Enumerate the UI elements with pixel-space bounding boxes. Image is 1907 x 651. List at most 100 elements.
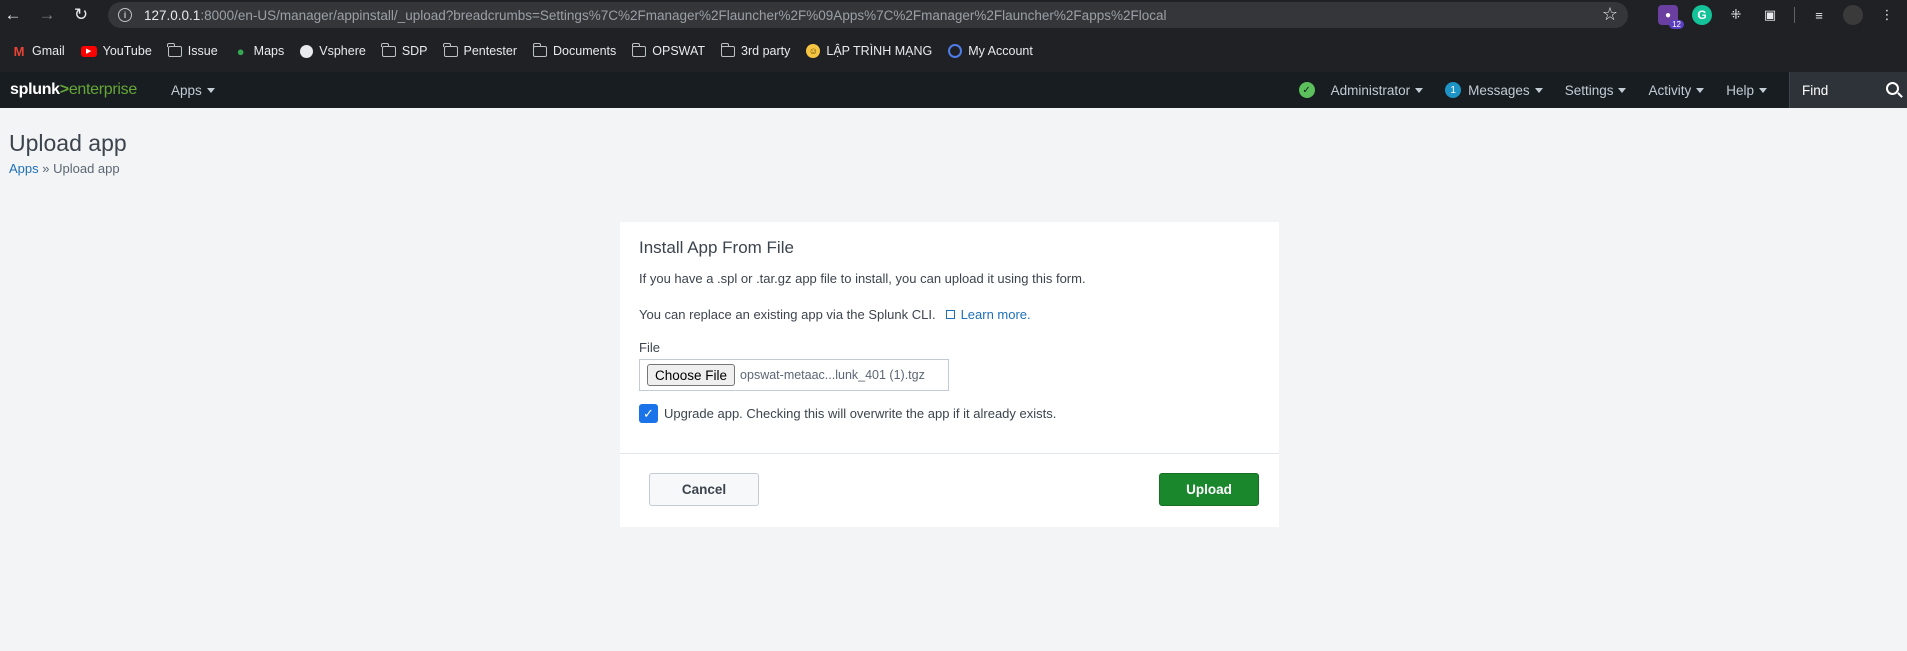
bookmark-sdp[interactable]: SDP bbox=[374, 37, 436, 65]
folder-icon bbox=[167, 42, 182, 57]
address-bar[interactable]: i 127.0.0.1:8000/en-US/manager/appinstal… bbox=[108, 2, 1628, 28]
apps-menu[interactable]: Apps bbox=[171, 83, 215, 98]
bookmark-label: SDP bbox=[401, 44, 428, 58]
bookmark-label: LẬP TRÌNH MẠNG bbox=[826, 44, 933, 58]
help-menu[interactable]: Help bbox=[1726, 83, 1767, 98]
settings-label: Settings bbox=[1564, 82, 1614, 98]
maps-icon: ● bbox=[236, 43, 245, 59]
header-right-menu: ✓ Administrator 1 Messages Settings Activ… bbox=[1298, 72, 1907, 108]
choose-file-button[interactable]: Choose File bbox=[647, 364, 736, 386]
bookmark-youtube[interactable]: ▶ YouTube bbox=[73, 37, 160, 65]
gmail-icon: M bbox=[13, 43, 25, 59]
activity-label: Activity bbox=[1648, 82, 1692, 98]
globe-icon bbox=[300, 44, 314, 58]
caret-down-icon bbox=[206, 87, 215, 93]
search-icon[interactable] bbox=[1886, 82, 1899, 95]
bookmark-label: My Account bbox=[968, 44, 1033, 58]
panel-divider bbox=[620, 453, 1279, 454]
panel-description: If you have a .spl or .tar.gz app file t… bbox=[639, 271, 1086, 286]
find-input[interactable] bbox=[1802, 82, 1882, 98]
bookmark-label: Issue bbox=[187, 44, 218, 58]
toolbar-divider bbox=[1794, 7, 1795, 23]
splunk-header: splunk>enterprise Apps ✓ Administrator 1… bbox=[0, 72, 1907, 108]
administrator-menu[interactable]: Administrator bbox=[1331, 83, 1424, 98]
extension-badge: 12 bbox=[1669, 20, 1684, 29]
apps-menu-label: Apps bbox=[170, 82, 202, 98]
plugin-icon[interactable]: ⁜ bbox=[1726, 5, 1746, 25]
forward-icon[interactable]: → bbox=[34, 2, 60, 28]
caret-down-icon bbox=[1415, 87, 1424, 93]
caret-down-icon bbox=[1534, 87, 1543, 93]
reload-icon[interactable]: ↻ bbox=[68, 2, 94, 28]
caret-down-icon bbox=[1759, 87, 1767, 93]
bookmark-pentester[interactable]: Pentester bbox=[436, 37, 526, 65]
bookmark-gmail[interactable]: M Gmail bbox=[4, 37, 73, 65]
grammarly-icon[interactable]: G bbox=[1692, 5, 1712, 25]
bookmark-star-icon[interactable]: ☆ bbox=[1602, 4, 1618, 25]
profile-avatar[interactable] bbox=[1843, 5, 1863, 25]
panel-title: Install App From File bbox=[639, 238, 794, 257]
smiley-icon: ☺ bbox=[806, 44, 821, 58]
folder-icon bbox=[532, 42, 548, 57]
selected-file-name: opswat-metaac...lunk_401 (1).tgz bbox=[740, 368, 925, 382]
bookmark-issue[interactable]: Issue bbox=[160, 37, 226, 65]
messages-count-badge: 1 bbox=[1445, 82, 1462, 98]
bookmark-opswat[interactable]: OPSWAT bbox=[624, 37, 713, 65]
account-ring-icon bbox=[948, 44, 963, 58]
caret-down-icon bbox=[1696, 87, 1705, 93]
bookmark-maps[interactable]: ● Maps bbox=[226, 37, 293, 65]
extensions-puzzle-icon[interactable]: ▣ bbox=[1760, 5, 1780, 25]
health-status-icon[interactable]: ✓ bbox=[1298, 82, 1315, 98]
activity-menu[interactable]: Activity bbox=[1648, 82, 1705, 98]
back-icon[interactable]: ← bbox=[0, 2, 26, 28]
learn-more-link[interactable]: Learn more. bbox=[961, 307, 1031, 322]
breadcrumb-apps-link[interactable]: Apps bbox=[9, 161, 39, 176]
page-title: Upload app bbox=[9, 130, 127, 156]
browser-toolbar: ← → ↻ i 127.0.0.1:8000/en-US/manager/app… bbox=[0, 0, 1907, 30]
bookmark-label: YouTube bbox=[102, 44, 152, 58]
extensions-area: ● 12 G ⁜ ▣ ≡ ⋮ bbox=[1658, 0, 1897, 30]
bookmark-vsphere[interactable]: Vsphere bbox=[292, 37, 374, 65]
url-path: :8000/en-US/manager/appinstall/_upload?b… bbox=[200, 7, 1167, 23]
messages-menu[interactable]: 1 Messages bbox=[1445, 82, 1543, 98]
menu-kebab-icon[interactable]: ⋮ bbox=[1877, 5, 1897, 25]
url-text[interactable]: 127.0.0.1:8000/en-US/manager/appinstall/… bbox=[144, 8, 1166, 23]
splunk-logo[interactable]: splunk>enterprise bbox=[10, 81, 137, 99]
breadcrumb-current: Upload app bbox=[53, 161, 120, 176]
administrator-label: Administrator bbox=[1330, 82, 1411, 98]
file-label: File bbox=[639, 340, 660, 355]
bookmark-label: Documents bbox=[553, 44, 617, 58]
file-input[interactable]: Choose File opswat-metaac...lunk_401 (1)… bbox=[639, 359, 949, 391]
grammarly-label: G bbox=[1697, 8, 1707, 22]
bookmark-label: Vsphere bbox=[319, 44, 366, 58]
upgrade-app-row: ✓ Upgrade app. Checking this will overwr… bbox=[639, 404, 1056, 423]
upload-button[interactable]: Upload bbox=[1159, 473, 1259, 506]
bookmark-label: Maps bbox=[253, 44, 285, 58]
bookmark-my-account[interactable]: My Account bbox=[940, 37, 1041, 65]
bookmark-documents[interactable]: Documents bbox=[525, 37, 624, 65]
cli-note-text: You can replace an existing app via the … bbox=[639, 307, 936, 322]
upgrade-app-label[interactable]: Upgrade app. Checking this will overwrit… bbox=[664, 406, 1056, 421]
help-label: Help bbox=[1726, 82, 1754, 98]
logo-gt: > bbox=[59, 81, 69, 98]
folder-icon bbox=[631, 42, 647, 57]
bookmark-3rd-party[interactable]: 3rd party bbox=[713, 37, 798, 65]
site-info-icon[interactable]: i bbox=[118, 8, 132, 22]
reading-list-icon[interactable]: ≡ bbox=[1809, 5, 1829, 25]
bookmark-label: Gmail bbox=[32, 44, 65, 58]
settings-menu[interactable]: Settings bbox=[1565, 83, 1627, 98]
breadcrumb: Apps » Upload app bbox=[9, 161, 120, 176]
cancel-button[interactable]: Cancel bbox=[649, 473, 759, 506]
youtube-icon: ▶ bbox=[80, 45, 97, 57]
bookmark-label: 3rd party bbox=[741, 44, 791, 58]
panel-cli-note: You can replace an existing app via the … bbox=[639, 307, 1031, 322]
logo-main: splunk bbox=[10, 81, 60, 98]
bookmark-label: Pentester bbox=[463, 44, 518, 58]
install-app-panel: Install App From File If you have a .spl… bbox=[620, 222, 1279, 527]
logo-sub: enterprise bbox=[68, 81, 137, 98]
folder-icon bbox=[443, 42, 458, 57]
extension-icon[interactable]: ● 12 bbox=[1658, 5, 1684, 29]
upgrade-app-checkbox[interactable]: ✓ bbox=[639, 404, 658, 423]
folder-icon bbox=[720, 42, 736, 57]
bookmark-lap-trinh-mang[interactable]: ☺ LẬP TRÌNH MẠNG bbox=[798, 37, 940, 65]
